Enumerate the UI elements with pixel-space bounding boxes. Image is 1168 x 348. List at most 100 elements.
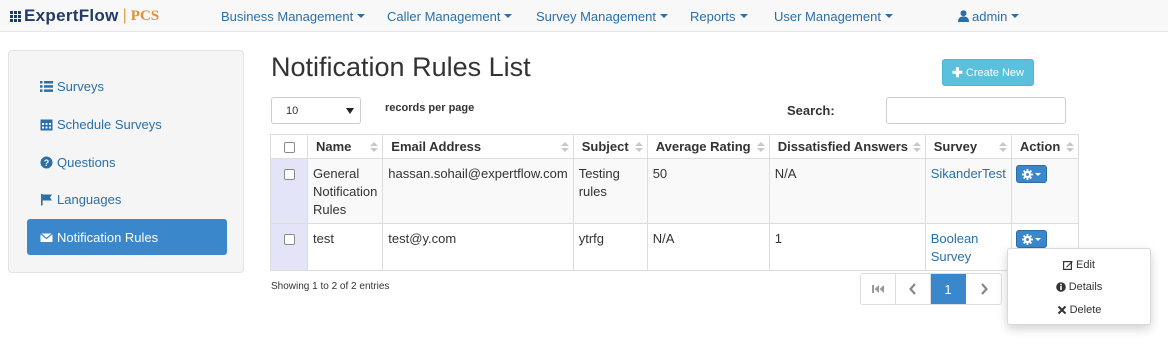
cell-email: hassan.sohail@expertflow.com — [382, 158, 574, 224]
survey-link[interactable]: Boolean Survey — [931, 231, 979, 264]
pagination: 1 — [860, 273, 1002, 305]
cell-average-rating: N/A — [646, 223, 770, 271]
notification-rules-table: Name Email Address Subject Average Ratin… — [270, 134, 1079, 271]
sort-icon — [634, 142, 643, 153]
sort-icon — [912, 142, 921, 153]
gear-icon — [1021, 233, 1033, 245]
row-checkbox[interactable] — [283, 168, 295, 180]
flag-icon — [41, 193, 52, 205]
menu-survey-management[interactable]: Survey Management — [536, 0, 668, 32]
action-gear-button[interactable] — [1015, 165, 1047, 183]
row-select-cell — [270, 223, 308, 271]
sort-icon — [1065, 142, 1074, 153]
brand-separator: | — [122, 7, 127, 24]
sort-icon — [998, 142, 1007, 153]
menu-item-details[interactable]: Details — [1008, 276, 1150, 298]
select-all-checkbox[interactable] — [283, 142, 295, 154]
column-header-dissatisfied-answers[interactable]: Dissatisfied Answers — [768, 134, 926, 159]
brand-product: PCS — [130, 7, 160, 24]
menu-caller-management[interactable]: Caller Management — [387, 0, 513, 32]
list-icon — [40, 80, 53, 92]
column-header-name[interactable]: Name — [306, 134, 384, 159]
caret-down-icon — [659, 14, 668, 18]
table-row: test test@y.com ytrfg N/A 1 Boolean Surv… — [270, 223, 1079, 271]
menu-reports[interactable]: Reports — [690, 0, 748, 32]
create-new-button[interactable]: ✚ Create New — [942, 59, 1034, 86]
question-circle-icon: ? — [40, 156, 53, 168]
row-checkbox[interactable] — [283, 233, 295, 245]
sidebar-item-surveys[interactable]: Surveys — [27, 68, 227, 104]
search-label: Search: — [787, 103, 835, 118]
menu-business-management[interactable]: Business Management — [221, 0, 366, 32]
menu-item-label: Edit — [1076, 259, 1095, 271]
cell-name: test — [306, 223, 384, 271]
next-page-button[interactable] — [966, 274, 1001, 304]
cell-name: General Notification Rules — [306, 158, 384, 224]
column-header-average-rating[interactable]: Average Rating — [646, 134, 770, 159]
sidebar-item-notification-rules[interactable]: Notification Rules — [27, 219, 227, 255]
sidebar-item-questions[interactable]: ? Questions — [27, 144, 227, 180]
sort-icon — [756, 142, 765, 153]
column-header-email[interactable]: Email Address — [382, 134, 574, 159]
user-menu[interactable]: admin — [958, 0, 1020, 32]
column-header-action[interactable]: Action — [1010, 134, 1079, 159]
first-page-button[interactable] — [861, 274, 896, 304]
cell-subject: Testing rules — [572, 158, 648, 224]
page-length-select[interactable]: 10 — [271, 97, 361, 124]
column-header-survey[interactable]: Survey — [924, 134, 1012, 159]
sidebar-item-schedule-surveys[interactable]: Schedule Surveys — [27, 106, 227, 142]
caret-down-icon — [504, 14, 513, 18]
previous-page-button[interactable] — [896, 274, 931, 304]
cell-dissatisfied-answers: N/A — [768, 158, 926, 224]
sidebar-item-label: Notification Rules — [57, 229, 159, 245]
user-icon — [958, 10, 969, 22]
calendar-icon — [40, 119, 53, 130]
plus-icon: ✚ — [952, 64, 963, 80]
menu-user-management[interactable]: User Management — [774, 0, 893, 32]
top-navbar: ExpertFlow | PCS Business Management Cal… — [0, 0, 1168, 32]
menu-label: Reports — [690, 8, 736, 24]
menu-item-label: Delete — [1069, 304, 1102, 316]
page-length-label: records per page — [385, 102, 475, 114]
action-dropdown-menu: Edit Details Delete — [1007, 248, 1151, 325]
create-new-label: Create New — [965, 66, 1024, 79]
caret-down-icon — [739, 14, 748, 18]
caret-down-icon — [357, 14, 366, 18]
table-info: Showing 1 to 2 of 2 entries — [271, 281, 390, 292]
grid-icon — [10, 10, 21, 22]
survey-link[interactable]: SikanderTest — [931, 166, 1006, 181]
menu-label: Business Management — [221, 8, 354, 24]
menu-item-edit[interactable]: Edit — [1008, 254, 1150, 276]
brand-logo[interactable]: ExpertFlow | PCS — [10, 5, 159, 27]
chevron-right-icon — [980, 283, 988, 295]
select-all-header — [270, 134, 308, 159]
user-name: admin — [972, 8, 1008, 24]
page-button-current[interactable]: 1 — [931, 274, 966, 304]
envelope-icon — [40, 232, 53, 242]
cell-survey: SikanderTest — [924, 158, 1012, 224]
chevron-left-icon — [909, 283, 916, 295]
cell-email: test@y.com — [382, 223, 574, 271]
menu-label: Survey Management — [536, 8, 656, 24]
sidebar-item-label: Schedule Surveys — [57, 116, 162, 132]
action-gear-button[interactable] — [1015, 230, 1047, 248]
row-select-cell — [270, 158, 308, 224]
sort-icon — [370, 142, 379, 153]
sidebar-item-label: Languages — [57, 191, 122, 207]
brand-name: ExpertFlow — [24, 6, 119, 25]
menu-label: Caller Management — [387, 8, 501, 24]
sidebar-item-languages[interactable]: Languages — [27, 181, 227, 217]
column-header-subject[interactable]: Subject — [572, 134, 648, 159]
cell-dissatisfied-answers: 1 — [768, 223, 926, 271]
table-row: General Notification Rules hassan.sohail… — [270, 158, 1079, 224]
cell-subject: ytrfg — [572, 223, 648, 271]
caret-down-icon — [1011, 14, 1020, 18]
cell-action — [1010, 158, 1079, 224]
menu-item-delete[interactable]: Delete — [1008, 299, 1150, 321]
search-input[interactable] — [886, 97, 1066, 124]
sort-icon — [560, 142, 569, 153]
select-arrow-icon — [346, 108, 354, 114]
close-icon — [1057, 305, 1066, 315]
menu-item-label: Details — [1068, 281, 1103, 293]
table-header-row: Name Email Address Subject Average Ratin… — [270, 134, 1079, 159]
